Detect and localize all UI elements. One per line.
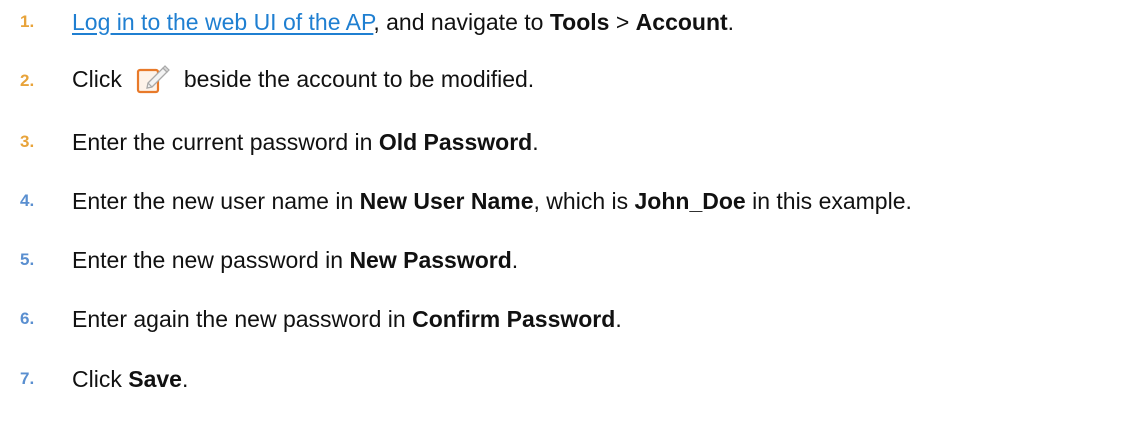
edit-icon[interactable] [136,63,174,95]
step-number: 4. [20,191,35,210]
step-text: Enter the current password in Old Passwo… [72,128,539,155]
instruction-steps: 1. Log in to the web UI of the AP, and n… [0,0,1128,422]
menu-account: Account [635,8,728,35]
step-number: 1. [20,12,35,31]
step-number: 7. [20,369,35,388]
save-label: Save [128,365,182,392]
step-text: Enter again the new password in Confirm … [72,305,622,332]
field-new-user-name: New User Name [359,187,534,214]
step-text: Log in to the web UI of the AP, and navi… [72,8,735,35]
web-ui-login-link[interactable]: Log in to the web UI of the AP [72,9,373,35]
step-number: 5. [20,250,35,269]
field-old-password: Old Password [378,128,533,155]
field-confirm-password: Confirm Password [412,305,616,332]
step-number: 6. [20,309,35,328]
step-number: 2. [20,71,35,90]
example-user-name: John_Doe [634,187,746,214]
step-number: 3. [20,132,35,151]
step-text: Enter the new password in New Password. [72,246,519,273]
step-text: Click beside the account to be modified. [72,65,534,97]
step-text: Enter the new user name in New User Name… [72,187,912,214]
field-new-password: New Password [349,246,512,273]
step-text: Click Save. [72,365,189,392]
menu-tools: Tools [549,8,610,35]
